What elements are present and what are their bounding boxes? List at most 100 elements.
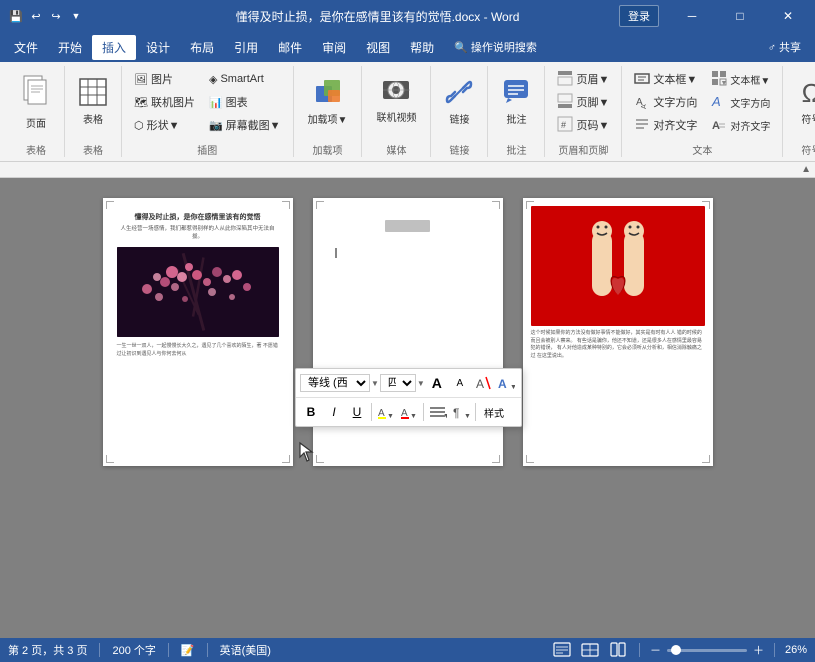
save-icon[interactable]: 💾 [8, 8, 24, 24]
redo-icon[interactable]: ↪ [48, 8, 64, 24]
menu-review[interactable]: 审阅 [312, 35, 356, 60]
screenshot-icon: 📷 [209, 119, 223, 132]
align-text-button[interactable]: 对齐文字 [628, 114, 703, 136]
wordart-button[interactable]: A 文字方向 [705, 91, 776, 113]
font-grow-button[interactable]: A [426, 372, 448, 394]
maximize-button[interactable]: □ [717, 0, 763, 32]
menu-home[interactable]: 开始 [48, 35, 92, 60]
font-family-select[interactable]: 等线 (西 [300, 374, 370, 392]
header-button[interactable]: 页眉▼ [551, 68, 615, 90]
text-effects-button[interactable]: A▼ [495, 372, 517, 394]
menu-insert[interactable]: 插入 [92, 35, 136, 60]
shapes-button[interactable]: ⬡ 形状▼ [128, 114, 201, 136]
textbox-button[interactable]: 文本框▼ [628, 68, 703, 90]
styles-button[interactable]: 样式 [479, 401, 509, 423]
font-size-select[interactable]: 四号 [380, 374, 416, 392]
link-button[interactable]: 链接 [437, 68, 481, 136]
underline-button[interactable]: U [346, 401, 368, 423]
table-button[interactable]: 表格 [71, 68, 115, 136]
addins-icon [314, 78, 342, 109]
smartart-button[interactable]: ◈ SmartArt [203, 68, 287, 90]
view-read-button[interactable] [607, 641, 629, 659]
close-button[interactable]: ✕ [765, 0, 811, 32]
zoom-level[interactable]: 26% [785, 644, 807, 656]
screenshot-label: 屏幕截图▼ [226, 117, 281, 133]
online-picture-button[interactable]: 🗺 联机图片 [128, 91, 201, 113]
ribbon-group-addins-items: 加载项▼ [300, 66, 356, 138]
symbol-button[interactable]: Ω 符号 [789, 68, 815, 136]
status-sep-2 [168, 643, 169, 657]
quick-parts-button[interactable]: ▼ 文本框▼ [705, 68, 776, 90]
word-count[interactable]: 200 个字 [112, 642, 155, 658]
zoom-in-button[interactable]: ＋ [753, 642, 764, 658]
ribbon-group-links: 链接 链接 [431, 66, 488, 157]
menu-references[interactable]: 引用 [224, 35, 268, 60]
bold-button[interactable]: B [300, 401, 322, 423]
proofing-icon[interactable]: 📝 [181, 644, 195, 657]
text-cursor [335, 248, 337, 258]
page-corner-bl-2 [316, 455, 324, 463]
menu-search[interactable]: 🔍 操作说明搜索 [444, 35, 547, 59]
online-video-button[interactable]: 联机视频 [368, 68, 424, 136]
picture-button[interactable]: 🖼 图片 [128, 68, 201, 90]
ribbon-group-symbols-items: Ω 符号 [789, 66, 815, 138]
zoom-slider[interactable] [667, 643, 747, 657]
ribbon-group-label-table: 表格 [83, 138, 103, 157]
page-indicator[interactable]: 第 2 页，共 3 页 [8, 642, 87, 658]
minimize-button[interactable]: ─ [669, 0, 715, 32]
customize-icon[interactable]: ▼ [68, 8, 84, 24]
highlight-button[interactable]: A▼ [375, 401, 397, 423]
page-corner-tr-1 [282, 201, 290, 209]
menu-help[interactable]: 帮助 [400, 35, 444, 60]
addins-button[interactable]: 加载项▼ [300, 68, 356, 136]
ribbon-col-chart: ◈ SmartArt 📊 图表 📷 屏幕截图▼ [203, 68, 287, 136]
page-number-button[interactable]: # 页码▼ [551, 114, 615, 136]
status-sep-zoom [639, 643, 640, 657]
share-button[interactable]: ♂ 共享 [758, 35, 811, 59]
title-bar-title: 懂得及时止损，是你在感情里该有的觉悟.docx - Word [140, 8, 615, 25]
paragraph-button[interactable]: ¶▼ [450, 401, 472, 423]
font-color-button[interactable]: A▼ [398, 401, 420, 423]
font-shrink-button[interactable]: A [449, 372, 471, 394]
ribbon-group-headerfooter: 页眉▼ 页脚▼ # 页码▼ 页眉和页 [545, 66, 622, 157]
menu-design[interactable]: 设计 [136, 35, 180, 60]
font-family-arrow[interactable]: ▼ [371, 379, 379, 388]
menu-layout[interactable]: 布局 [180, 35, 224, 60]
list-button[interactable]: ▼ [427, 401, 449, 423]
wordart-icon: A [711, 93, 727, 112]
text-direction-button[interactable]: AA 文字方向 [628, 91, 703, 113]
login-button[interactable]: 登录 [619, 5, 659, 27]
zoom-thumb[interactable] [671, 645, 681, 655]
menu-mailings[interactable]: 邮件 [268, 35, 312, 60]
ribbon-collapse-button[interactable]: ▲ [801, 164, 811, 175]
menu-view[interactable]: 视图 [356, 35, 400, 60]
ribbon-group-addins: 加载项▼ 加载项 [294, 66, 363, 157]
view-web-button[interactable] [579, 641, 601, 659]
language[interactable]: 英语(美国) [220, 642, 271, 658]
title-bar: 💾 ↩ ↪ ▼ 懂得及时止损，是你在感情里该有的觉悟.docx - Word 登… [0, 0, 815, 32]
smartart-icon: ◈ [209, 73, 217, 86]
status-sep-1 [99, 643, 100, 657]
status-bar: 第 2 页，共 3 页 200 个字 📝 英语(美国) [0, 638, 815, 662]
menu-file[interactable]: 文件 [4, 35, 48, 60]
align-text-label: 对齐文字 [653, 117, 697, 133]
view-print-button[interactable] [551, 641, 573, 659]
dropcap-button[interactable]: A 对齐文字 [705, 114, 776, 136]
zoom-out-button[interactable]: － [650, 642, 661, 658]
format-clear-button[interactable]: A [472, 372, 494, 394]
font-size-arrow[interactable]: ▼ [417, 379, 425, 388]
zoom-track [667, 649, 747, 652]
shapes-icon: ⬡ [134, 119, 144, 132]
svg-text:▼: ▼ [464, 413, 470, 420]
page1-title: 懂得及时止损，是你在感情里该有的觉悟 [117, 212, 279, 222]
undo-icon[interactable]: ↩ [28, 8, 44, 24]
online-video-label: 联机视频 [376, 109, 416, 124]
textbox-label: 文本框▼ [653, 71, 697, 87]
footer-button[interactable]: 页脚▼ [551, 91, 615, 113]
pages-button[interactable]: 页面 [14, 68, 58, 136]
chart-button[interactable]: 📊 图表 [203, 91, 287, 113]
italic-button[interactable]: I [323, 401, 345, 423]
link-icon [445, 78, 473, 109]
screenshot-button[interactable]: 📷 屏幕截图▼ [203, 114, 287, 136]
comment-button[interactable]: 批注 [494, 68, 538, 136]
